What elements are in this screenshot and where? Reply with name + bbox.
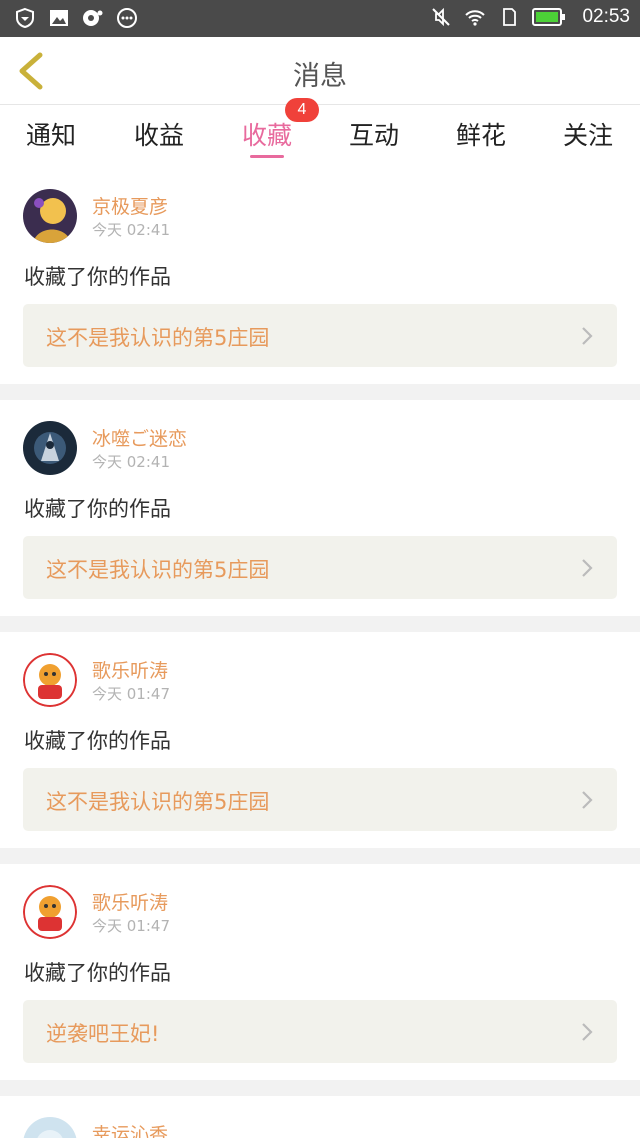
username[interactable]: 冰噬ご迷恋 (92, 424, 187, 451)
work-title: 这不是我认识的第5庄园 (46, 558, 270, 582)
image-icon (50, 10, 68, 26)
avatar[interactable] (23, 1117, 77, 1138)
username[interactable]: 幸运沁香 (92, 1120, 168, 1138)
chevron-right-icon (582, 327, 593, 345)
avatar[interactable] (23, 885, 77, 939)
timestamp: 今天 01:47 (92, 917, 170, 935)
message-card: 歌乐听涛 今天 01:47 收藏了你的作品 逆袭吧王妃! (0, 864, 640, 1080)
page-title: 消息 (293, 61, 347, 92)
message-card: 京极夏彦 今天 02:41 收藏了你的作品 这不是我认识的第5庄园 (0, 168, 640, 384)
active-tab-indicator (250, 155, 284, 158)
clock: 02:53 (582, 6, 630, 27)
username[interactable]: 歌乐听涛 (92, 888, 168, 915)
system-icons: 02:53 (430, 6, 630, 28)
battery-icon (532, 8, 566, 26)
message-card: 冰噬ご迷恋 今天 02:41 收藏了你的作品 这不是我认识的第5庄园 (0, 400, 640, 616)
notification-icons (14, 7, 138, 29)
chevron-right-icon (582, 559, 593, 577)
action-text: 收藏了你的作品 (24, 729, 171, 753)
tab-interactions[interactable]: 互动 (329, 116, 419, 152)
tab-earnings[interactable]: 收益 (114, 116, 204, 152)
sim-icon (503, 8, 517, 26)
work-link[interactable]: 这不是我认识的第5庄园 (23, 304, 617, 367)
work-link[interactable]: 这不是我认识的第5庄园 (23, 536, 617, 599)
timestamp: 今天 02:41 (92, 221, 170, 239)
work-link[interactable]: 逆袭吧王妃! (23, 1000, 617, 1063)
tab-bar: 通知 收益 收藏 互动 鲜花 关注 (0, 105, 640, 170)
wifi-icon (465, 10, 486, 26)
action-text: 收藏了你的作品 (24, 497, 171, 521)
tab-flowers[interactable]: 鲜花 (436, 116, 526, 152)
work-title: 逆袭吧王妃! (46, 1022, 160, 1046)
tab-notifications[interactable]: 通知 (6, 116, 96, 152)
action-text: 收藏了你的作品 (24, 265, 171, 289)
tab-following[interactable]: 关注 (543, 116, 633, 152)
avatar[interactable] (23, 189, 77, 243)
username[interactable]: 京极夏彦 (92, 192, 168, 219)
shield-icon (16, 7, 34, 29)
timestamp: 今天 02:41 (92, 453, 170, 471)
action-text: 收藏了你的作品 (24, 961, 171, 985)
unread-badge: 4 (285, 98, 319, 122)
music-icon (83, 10, 103, 26)
message-card: 歌乐听涛 今天 01:47 收藏了你的作品 这不是我认识的第5庄园 (0, 632, 640, 848)
work-title: 这不是我认识的第5庄园 (46, 790, 270, 814)
status-bar: 02:53 (0, 0, 640, 37)
message-card: 幸运沁香 (0, 1096, 640, 1138)
work-link[interactable]: 这不是我认识的第5庄园 (23, 768, 617, 831)
more-dots-icon (117, 8, 137, 28)
chevron-right-icon (582, 1023, 593, 1041)
avatar[interactable] (23, 421, 77, 475)
chevron-right-icon (582, 791, 593, 809)
title-bar: 消息 (0, 37, 640, 105)
username[interactable]: 歌乐听涛 (92, 656, 168, 683)
work-title: 这不是我认识的第5庄园 (46, 326, 270, 350)
timestamp: 今天 01:47 (92, 685, 170, 703)
mute-icon (432, 7, 451, 27)
avatar[interactable] (23, 653, 77, 707)
